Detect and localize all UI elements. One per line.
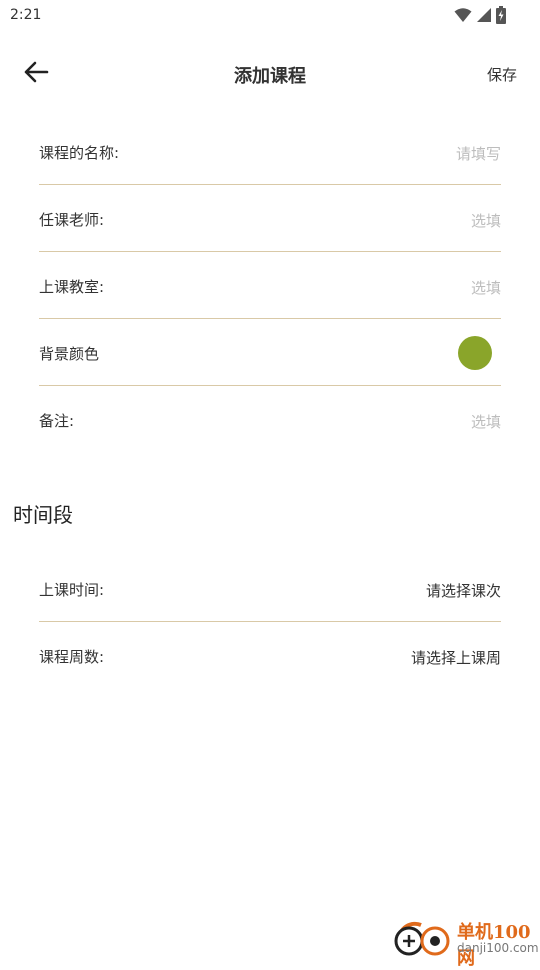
time-section-title: 时间段 — [13, 503, 73, 527]
note-label: 备注: — [39, 412, 75, 430]
class-time-label: 上课时间: — [39, 581, 105, 599]
classroom-label: 上课教室: — [39, 278, 105, 296]
save-button[interactable]: 保存 — [487, 64, 517, 85]
course-name-row[interactable]: 课程的名称: 请填写 — [39, 118, 501, 185]
course-name-input[interactable]: 请填写 — [456, 143, 501, 164]
background-color-row[interactable]: 背景颜色 — [39, 319, 501, 386]
status-bar: 2:21 — [0, 0, 540, 30]
teacher-row[interactable]: 任课老师: 选填 — [39, 185, 501, 252]
status-time: 2:21 — [10, 7, 42, 23]
course-name-label: 课程的名称: — [39, 144, 120, 162]
color-swatch[interactable] — [458, 336, 492, 370]
battery-icon — [496, 6, 506, 24]
time-form: 上课时间: 请选择课次 课程周数: 请选择上课周 — [39, 555, 501, 688]
status-icons — [454, 6, 506, 24]
weeks-label: 课程周数: — [39, 648, 105, 666]
app-bar: 添加课程 保存 — [0, 44, 540, 100]
weeks-selector[interactable]: 请选择上课周 — [411, 647, 501, 668]
background-color-label: 背景颜色 — [39, 345, 100, 363]
classroom-input[interactable]: 选填 — [471, 277, 501, 298]
note-row[interactable]: 备注: 选填 — [39, 386, 501, 452]
course-form: 课程的名称: 请填写 任课老师: 选填 上课教室: 选填 背景颜色 备注: 选填 — [39, 118, 501, 452]
watermark: 单机100网 danji100.com — [391, 913, 540, 969]
wifi-icon — [454, 8, 472, 22]
signal-icon — [477, 8, 491, 22]
watermark-url: danji100.com — [457, 941, 539, 955]
note-input[interactable]: 选填 — [471, 411, 501, 432]
weeks-row[interactable]: 课程周数: 请选择上课周 — [39, 622, 501, 688]
class-time-row[interactable]: 上课时间: 请选择课次 — [39, 555, 501, 622]
class-time-selector[interactable]: 请选择课次 — [426, 580, 501, 601]
classroom-row[interactable]: 上课教室: 选填 — [39, 252, 501, 319]
watermark-logo — [394, 921, 450, 956]
page-title: 添加课程 — [234, 66, 306, 87]
teacher-input[interactable]: 选填 — [471, 210, 501, 231]
teacher-label: 任课老师: — [39, 211, 105, 229]
